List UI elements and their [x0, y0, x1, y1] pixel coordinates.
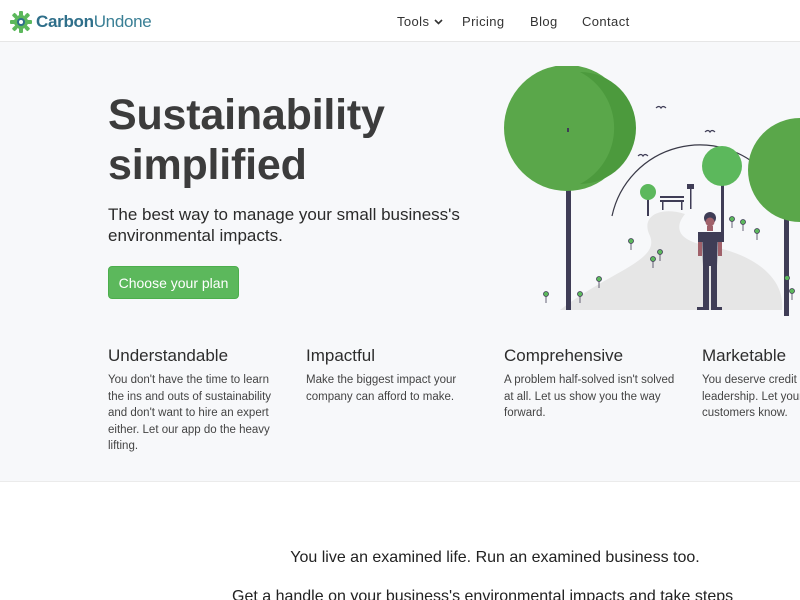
tree-crown-middle	[702, 146, 742, 186]
brand-name-part2: Undone	[93, 12, 152, 31]
feature-text: Make the biggest impact your company can…	[306, 374, 457, 403]
bench	[660, 196, 684, 198]
feature-title: Marketable	[702, 346, 787, 365]
nav-blog-link[interactable]: Blog	[530, 14, 558, 29]
brand-logo[interactable]: CarbonUndone	[9, 10, 152, 34]
nav-tools-dropdown[interactable]: Tools	[397, 14, 443, 29]
section-subtagline: Get a handle on your business's environm…	[232, 588, 734, 600]
lamp	[687, 184, 694, 189]
brand-name-part1: Carbon	[36, 12, 94, 31]
feature-title: Impactful	[306, 346, 375, 365]
feature-marketable: Marketable You deserve credit for your l…	[702, 346, 800, 422]
feature-comprehensive: Comprehensive A problem half-solved isn'…	[504, 346, 679, 422]
hero-title: Sustainability simplified	[108, 90, 488, 190]
hero-title-line1: Sustainability	[108, 91, 385, 139]
hero-section: Sustainability simplified The best way t…	[0, 42, 800, 482]
hero-subtitle: The best way to manage your small busine…	[108, 205, 460, 245]
section-tagline: You live an examined life. Run an examin…	[290, 549, 700, 566]
walking-path	[560, 211, 783, 310]
feature-text: You don't have the time to learn the ins…	[108, 374, 272, 452]
brand-name: CarbonUndone	[36, 12, 152, 32]
hero-title-line2: simplified	[108, 141, 307, 189]
tree-crown-right	[748, 118, 800, 222]
nav-pricing-link[interactable]: Pricing	[462, 14, 505, 29]
feature-text: A problem half-solved isn't solved at al…	[504, 374, 675, 419]
gear-icon	[10, 11, 32, 33]
feature-understandable: Understandable You don't have the time t…	[108, 346, 288, 455]
feature-title: Comprehensive	[504, 346, 624, 365]
navbar: CarbonUndone Tools Pricing Blog Contact	[0, 0, 800, 42]
nav-contact-link[interactable]: Contact	[582, 14, 630, 29]
park-path-illustration	[504, 66, 800, 316]
chevron-down-icon	[434, 18, 443, 25]
feature-title: Understandable	[108, 346, 229, 365]
feature-impactful: Impactful Make the biggest impact your c…	[306, 346, 466, 405]
nav-tools-label: Tools	[397, 14, 430, 29]
tree-small	[640, 184, 656, 200]
feature-text: You deserve credit for your leadership. …	[702, 374, 800, 419]
choose-plan-button[interactable]: Choose your plan	[108, 266, 239, 299]
bird	[655, 105, 667, 110]
